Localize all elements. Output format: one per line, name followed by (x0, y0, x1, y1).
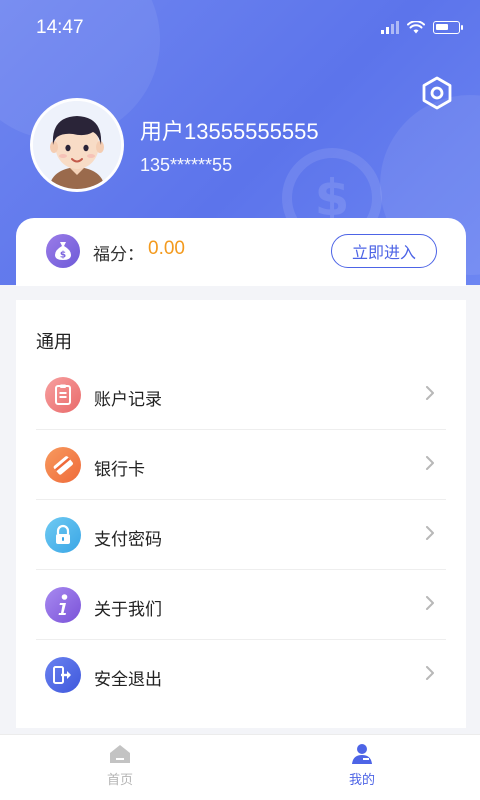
chevron-right-icon (426, 526, 434, 540)
menu-item-label: 银行卡 (94, 460, 145, 480)
logout-icon (45, 657, 81, 693)
chevron-right-icon (426, 666, 434, 680)
signal-icon (381, 20, 399, 34)
wifi-icon (407, 20, 425, 33)
chevron-right-icon (426, 596, 434, 610)
menu-item-payment-password[interactable]: 支付密码 (36, 500, 446, 570)
menu-item-about-us[interactable]: 关于我们 (36, 570, 446, 640)
menu-item-label: 关于我们 (94, 600, 162, 620)
avatar-boy-icon (33, 101, 121, 189)
username: 用户13555555555 (140, 119, 319, 144)
status-bar: 14:47 (0, 0, 480, 56)
menu-item-label: 支付密码 (94, 530, 162, 550)
menu-item-label: 安全退出 (94, 670, 162, 690)
bank-card-icon (45, 447, 81, 483)
general-menu: 通用 账户记录 银行卡 支付密码 关于我们 安全退出 (16, 300, 466, 728)
chevron-right-icon (426, 386, 434, 400)
menu-item-label: 账户记录 (94, 390, 162, 410)
points-card: $ 福分： 0.00 立即进入 (16, 218, 466, 286)
points-value: 0.00 (148, 238, 185, 259)
tab-label: 首页 (106, 773, 133, 788)
chevron-right-icon (426, 456, 434, 470)
tab-label: 我的 (348, 773, 375, 788)
bottom-tab-bar: 首页 我的 (0, 734, 480, 800)
settings-button[interactable] (418, 74, 456, 112)
tab-home[interactable]: 首页 (80, 743, 160, 797)
battery-icon (433, 20, 463, 34)
phone-number: 135******55 (140, 155, 233, 175)
info-icon (45, 587, 81, 623)
avatar[interactable] (30, 98, 124, 192)
profile-icon (352, 744, 372, 764)
section-title: 通用 (36, 332, 72, 353)
status-time: 14:47 (36, 17, 84, 38)
status-icons (381, 20, 463, 34)
points-label: 福分： (93, 245, 144, 265)
money-bag-icon: $ (46, 234, 80, 268)
tab-profile[interactable]: 我的 (322, 743, 402, 797)
enter-now-button[interactable]: 立即进入 (331, 234, 437, 268)
home-icon (110, 745, 130, 763)
lock-icon (45, 517, 81, 553)
account-record-icon (45, 377, 81, 413)
menu-item-logout[interactable]: 安全退出 (36, 640, 446, 710)
menu-item-bank-card[interactable]: 银行卡 (36, 430, 446, 500)
menu-item-account-record[interactable]: 账户记录 (36, 360, 446, 430)
svg-text:$: $ (60, 251, 66, 261)
settings-hexagon-icon (422, 76, 452, 110)
